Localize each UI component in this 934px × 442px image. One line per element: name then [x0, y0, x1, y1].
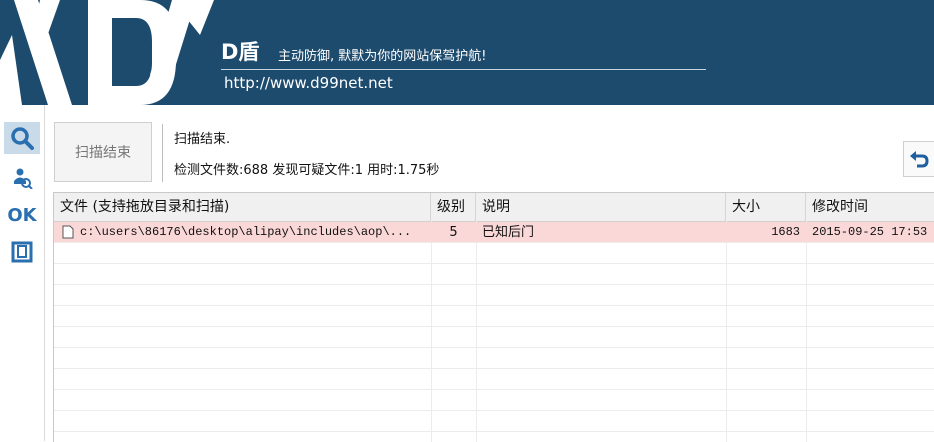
scan-status-detail: 检测文件数:688 发现可疑文件:1 用时:1.75秒	[174, 163, 440, 178]
column-header-file[interactable]: 文件 (支持拖放目录和扫描)	[54, 193, 431, 221]
search-icon	[11, 127, 34, 150]
sidebar-item-user[interactable]	[4, 162, 40, 194]
sidebar: OK	[0, 105, 45, 441]
table-row-empty	[54, 369, 934, 390]
ok-icon: OK	[7, 204, 37, 226]
table-row-empty	[54, 243, 934, 264]
table-row-empty	[54, 390, 934, 411]
table-row-empty	[54, 411, 934, 432]
table-row-empty	[54, 264, 934, 285]
column-header-desc[interactable]: 说明	[476, 193, 726, 221]
table-header: 文件 (支持拖放目录和扫描) 级别 说明 大小 修改时间	[54, 193, 934, 222]
mtime-value: 2015-09-25 17:53	[812, 225, 928, 239]
sidebar-item-scan[interactable]	[4, 122, 40, 154]
column-header-size[interactable]: 大小	[726, 193, 806, 221]
d-shield-logo-icon	[0, 0, 214, 105]
header-divider	[221, 69, 706, 70]
slogan: 主动防御, 默默为你的网站保驾护航!	[278, 49, 487, 64]
file-path: c:\users\86176\desktop\alipay\includes\a…	[80, 225, 412, 239]
website-link[interactable]: http://www.d99net.net	[224, 74, 393, 92]
file-icon	[62, 222, 78, 243]
toolbar-divider	[162, 124, 163, 182]
window-icon	[11, 241, 33, 263]
scan-button[interactable]: 扫描结束	[54, 122, 152, 182]
brand-name: D盾	[221, 40, 260, 64]
column-header-mtime[interactable]: 修改时间	[806, 193, 934, 221]
sidebar-item-window[interactable]	[4, 236, 40, 268]
table-row-empty	[54, 285, 934, 306]
undo-button[interactable]	[903, 141, 934, 177]
app-header: D盾 主动防御, 默默为你的网站保驾护航! http://www.d99net.…	[0, 0, 934, 105]
sidebar-item-ok[interactable]: OK	[4, 199, 40, 231]
results-table: 文件 (支持拖放目录和扫描) 级别 说明 大小 修改时间 c:\users\86…	[53, 192, 934, 442]
table-row[interactable]: c:\users\86176\desktop\alipay\includes\a…	[54, 222, 934, 243]
user-scan-icon	[14, 168, 33, 189]
desc-value: 已知后门	[482, 225, 535, 240]
table-row-empty	[54, 327, 934, 348]
table-row-empty	[54, 306, 934, 327]
scan-status-title: 扫描结束.	[174, 132, 231, 147]
level-value: 5	[449, 225, 458, 240]
size-value: 1683	[771, 225, 800, 239]
column-header-level[interactable]: 级别	[431, 193, 476, 221]
undo-icon	[910, 151, 929, 168]
table-row-empty	[54, 348, 934, 369]
